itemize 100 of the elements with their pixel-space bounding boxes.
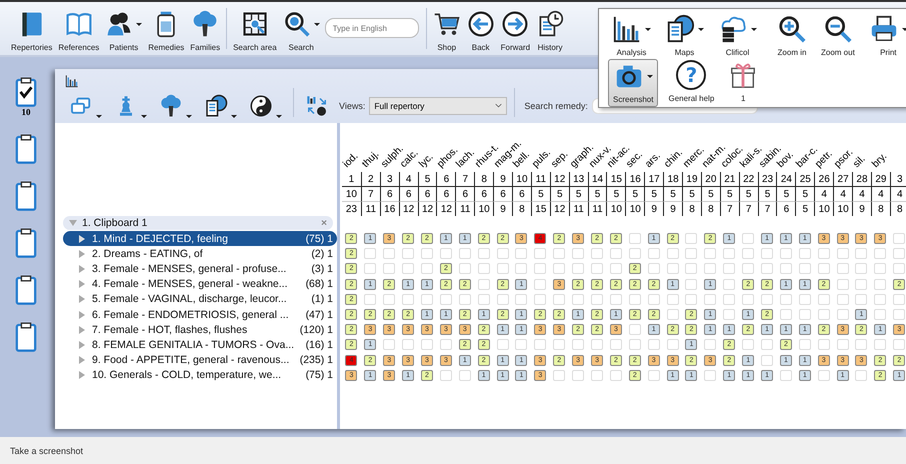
- remedy-name: sil.: [851, 154, 868, 170]
- remedy-total: 10: [833, 202, 852, 216]
- remedy-count: 6: [418, 187, 436, 202]
- clipboard-title: 1. Clipboard 1: [82, 217, 148, 229]
- remedy-count: 6: [398, 187, 418, 202]
- toolbar-button[interactable]: Repertories: [11, 8, 52, 52]
- remedy-total: 15: [530, 202, 550, 216]
- rubric-item[interactable]: 9. Food - APPETITE, general - ravenous... (235) 1: [55, 352, 337, 368]
- toolbar-button[interactable]: ? General help: [664, 59, 718, 103]
- remedy-total: 7: [738, 202, 758, 216]
- rubric-item[interactable]: 1. Mind - DEJECTED, feeling (75) 1: [63, 231, 337, 246]
- remedy-number: 12: [550, 172, 569, 188]
- toolbar-button[interactable]: Shop: [432, 8, 461, 52]
- remedy-number: 23: [758, 172, 776, 188]
- toolbar-button[interactable]: Zoom out: [817, 13, 859, 57]
- remedy-total: 9: [493, 202, 512, 216]
- remedy-count: 5: [606, 187, 626, 202]
- remedy-number: 18: [663, 172, 682, 188]
- toolbar-button[interactable]: Back: [466, 8, 495, 52]
- views-dropdown[interactable]: Full repertory: [369, 96, 508, 114]
- remedy-count: 5: [588, 187, 606, 202]
- remedy-number: 7: [455, 172, 474, 188]
- toolbar-button[interactable]: References: [58, 8, 100, 52]
- toolbar-button[interactable]: Remedies: [148, 8, 184, 52]
- toolbar-button[interactable]: Maps: [661, 13, 708, 57]
- remedy-count: 5: [720, 187, 739, 202]
- remedy-count: 5: [776, 187, 796, 202]
- remedy-name: ars.: [643, 150, 664, 170]
- remedy-count: 4: [852, 187, 871, 202]
- rubric-item[interactable]: 8. FEMALE GENITALIA - TUMORS - Ova... (16) 1: [55, 337, 337, 352]
- remedy-number: 11: [530, 172, 550, 188]
- remedy-name: bry.: [870, 151, 890, 170]
- remedy-count: 4: [814, 187, 834, 202]
- remedy-count: 4: [890, 187, 906, 202]
- toolbar-button[interactable]: Clificol: [714, 13, 761, 57]
- toolbar-button[interactable]: Zoom in: [773, 13, 811, 57]
- remedy-count: 4: [870, 187, 890, 202]
- remedy-number: 1: [342, 172, 361, 188]
- toolbar-button[interactable]: 1: [724, 59, 762, 103]
- remedy-number: 29: [870, 172, 890, 188]
- remedy-total: 12: [398, 202, 418, 216]
- remedy-count: 6: [493, 187, 512, 202]
- remedy-number: 13: [568, 172, 588, 188]
- remedy-name: iod.: [341, 151, 360, 170]
- toolbar-button[interactable]: Search: [282, 8, 320, 52]
- search-field[interactable]: Type in English: [324, 18, 419, 38]
- remedy-number: 21: [720, 172, 739, 188]
- remedy-total: 6: [776, 202, 796, 216]
- remedy-total: 8: [512, 202, 531, 216]
- remedy-number: 2: [360, 172, 380, 188]
- rubric-item[interactable]: 2. Dreams - EATING, of (2) 1: [55, 246, 337, 262]
- remedy-count: 5: [758, 187, 776, 202]
- remedy-total: 11: [568, 202, 588, 216]
- remedy-name: lyc.: [416, 152, 436, 170]
- remedy-total: 16: [380, 202, 399, 216]
- remedy-count: 5: [550, 187, 569, 202]
- remedy-count: 5: [644, 187, 664, 202]
- toolbar-button[interactable]: Families: [190, 8, 220, 52]
- toolbar-button[interactable]: History: [536, 8, 564, 52]
- remedy-total: 12: [550, 202, 569, 216]
- remedy-total: 9: [852, 202, 871, 216]
- toolbar-button[interactable]: Screenshot: [608, 59, 658, 107]
- remedy-total: 23: [344, 202, 358, 216]
- rubric-item[interactable]: 10. Generals - COLD, temperature, we... (75) 1: [55, 368, 337, 383]
- remedy-total: 8: [870, 202, 890, 216]
- remedy-count: 4: [833, 187, 852, 202]
- toolbar-button[interactable]: Analysis: [608, 13, 655, 57]
- remedy-total: 9: [663, 202, 682, 216]
- rubric-item[interactable]: 4. Female - MENSES, general - weakne... (68) 1: [55, 276, 337, 292]
- remedy-total: 10: [474, 202, 494, 216]
- remedy-count: 6: [455, 187, 474, 202]
- remedy-total: 10: [606, 202, 626, 216]
- remedy-number: 26: [814, 172, 834, 188]
- rubric-item[interactable]: 5. Female - VAGINAL, discharge, leucor... (1) 1: [55, 292, 337, 307]
- remedy-count: 5: [568, 187, 588, 202]
- remedy-number: 24: [776, 172, 796, 188]
- remedy-number: 17: [644, 172, 664, 188]
- remedy-count: 5: [530, 187, 550, 202]
- remedy-total: 8: [890, 202, 906, 216]
- remedy-total: 12: [418, 202, 436, 216]
- remedy-number: 16: [625, 172, 644, 188]
- rubric-item[interactable]: 6. Female - ENDOMETRIOSIS, general ... (47) 1: [55, 306, 337, 322]
- toolbar-button[interactable]: Search area: [233, 8, 277, 52]
- remedy-name: thuj.: [360, 149, 382, 170]
- remedy-total: 8: [700, 202, 720, 216]
- remedy-total: 11: [588, 202, 606, 216]
- remedy-number: 27: [833, 172, 852, 188]
- remedy-count: 6: [380, 187, 399, 202]
- remedy-total: 12: [436, 202, 456, 216]
- remedy-number: 6: [436, 172, 456, 188]
- remedy-number: 22: [738, 172, 758, 188]
- remedy-total: 5: [795, 202, 814, 216]
- remedy-number: 3: [380, 172, 399, 188]
- toolbar-button[interactable]: Patients: [105, 8, 142, 52]
- rubric-item[interactable]: 3. Female - MENSES, general - profuse... (3) 1: [55, 261, 337, 277]
- toolbar-button[interactable]: Forward: [500, 8, 530, 52]
- rubric-item[interactable]: 7. Female - HOT, flashes, flushes (120) 1: [55, 322, 337, 338]
- clipboard-count: 10: [22, 107, 30, 117]
- toolbar-button[interactable]: Print: [864, 13, 906, 57]
- remedy-number: 20: [700, 172, 720, 188]
